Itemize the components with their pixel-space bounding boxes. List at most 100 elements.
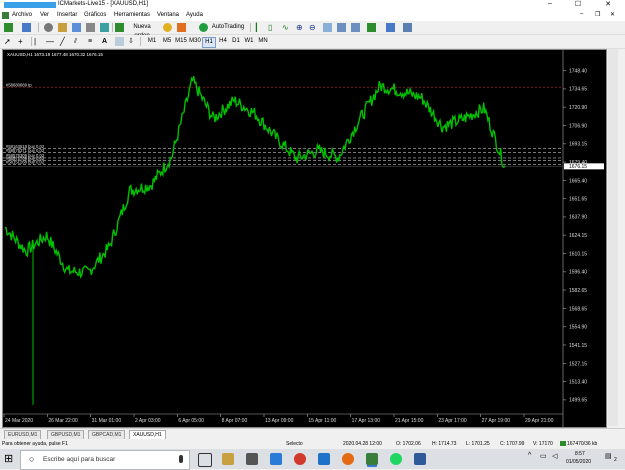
- cortana-icon[interactable]: [198, 453, 212, 467]
- new-chart-icon[interactable]: [4, 23, 13, 32]
- trendline-icon[interactable]: ╱: [60, 37, 69, 46]
- experts-icon[interactable]: [177, 23, 186, 32]
- tray-chevron-icon[interactable]: ^: [528, 452, 531, 459]
- edge-icon[interactable]: [318, 453, 330, 465]
- timeframe-w1[interactable]: W1: [242, 37, 256, 46]
- timeframe-m30[interactable]: M30: [188, 37, 202, 46]
- mdi-restore-button[interactable]: ❐: [595, 11, 600, 18]
- strategy-tester-icon[interactable]: [100, 23, 109, 32]
- time-tick-label: 26 Mar 22:00: [48, 418, 78, 424]
- status-datetime: 2020.04.28 12:00: [343, 441, 382, 447]
- price-tick-label: 1541.15: [569, 343, 587, 349]
- windows-start-icon[interactable]: ⊞: [4, 453, 13, 465]
- metaeditor-icon[interactable]: [163, 23, 172, 32]
- status-profile: Selecto: [286, 441, 303, 447]
- time-tick-label: 24 Mar 2020: [5, 418, 33, 424]
- file-explorer-icon[interactable]: [222, 453, 234, 465]
- time-tick-label: 21 Apr 15:00: [395, 418, 424, 424]
- periods-icon[interactable]: [386, 23, 395, 32]
- timeframe-h4[interactable]: H4: [216, 37, 230, 46]
- menu-insertar[interactable]: Insertar: [57, 12, 77, 18]
- close-button[interactable]: ✕: [598, 0, 618, 8]
- taskbar-app-icon[interactable]: [414, 453, 426, 465]
- network-icon[interactable]: ▭: [540, 452, 547, 460]
- autoscroll-icon[interactable]: [351, 23, 360, 32]
- autotrading-button[interactable]: AutoTrading: [210, 23, 246, 32]
- status-low: L: 1701.25: [466, 441, 490, 447]
- arrows-icon[interactable]: ⇩: [128, 37, 137, 46]
- metatrader-taskbar-icon[interactable]: [366, 453, 378, 465]
- templates-icon[interactable]: [403, 23, 412, 32]
- price-tick-label: 1693.15: [569, 142, 587, 148]
- cursor-icon[interactable]: ➚: [4, 37, 13, 46]
- maximize-button[interactable]: ☐: [568, 0, 588, 8]
- menu-ver[interactable]: Ver: [40, 12, 49, 18]
- microphone-icon[interactable]: [179, 455, 183, 463]
- timeframe-m5[interactable]: M5: [160, 37, 174, 46]
- firefox-icon[interactable]: [342, 453, 354, 465]
- navigator-icon[interactable]: [72, 23, 81, 32]
- horizontal-line-icon[interactable]: —: [46, 37, 55, 46]
- profiles-icon[interactable]: [22, 23, 31, 32]
- price-chart[interactable]: 1748.401734.651720.901706.901693.151679.…: [3, 50, 606, 427]
- search-icon: ○: [29, 454, 35, 464]
- zoom-in-icon[interactable]: ⊕: [296, 23, 305, 32]
- time-tick-label: 17 Apr 13:00: [352, 418, 381, 424]
- order-label: #58575371 buy 0.02: [6, 148, 45, 153]
- right-scrollbar[interactable]: [608, 49, 618, 426]
- crosshair-icon[interactable]: +: [18, 37, 27, 46]
- mdi-close-button[interactable]: ✕: [610, 11, 615, 18]
- time-tick-label: 23 Apr 17:00: [438, 418, 467, 424]
- bar-chart-icon[interactable]: ┃: [254, 23, 263, 32]
- channel-icon[interactable]: ⫽: [74, 37, 83, 46]
- text-label-icon[interactable]: [115, 37, 124, 46]
- menu-graficos[interactable]: Gráficos: [84, 12, 106, 18]
- price-tick-label: 1596.40: [569, 270, 587, 276]
- notification-count: 2: [614, 457, 617, 463]
- data-window-icon[interactable]: [58, 23, 67, 32]
- timeframe-m15[interactable]: M15: [174, 37, 188, 46]
- fibonacci-icon[interactable]: ≡: [88, 37, 97, 46]
- candlestick-icon[interactable]: ▯: [268, 23, 277, 32]
- volume-icon[interactable]: ◁: [552, 452, 557, 460]
- minimize-button[interactable]: –: [540, 0, 560, 7]
- standard-toolbar: Nueva orden AutoTrading ┃ ▯ ∿ ⊕ ⊖: [0, 21, 625, 39]
- zoom-out-icon[interactable]: ⊖: [309, 23, 318, 32]
- vertical-line-icon[interactable]: |: [34, 37, 43, 46]
- timeframe-h1[interactable]: H1: [202, 37, 216, 48]
- mdi-minimize-button[interactable]: –: [580, 11, 583, 17]
- opera-icon[interactable]: [294, 453, 306, 465]
- mail-icon[interactable]: [270, 453, 282, 465]
- menu-ventana[interactable]: Ventana: [157, 12, 179, 18]
- taskbar-search-box[interactable]: ○ Escribe aquí para buscar: [20, 450, 190, 470]
- line-chart-icon[interactable]: ∿: [282, 23, 291, 32]
- new-order-button[interactable]: Nueva orden: [125, 23, 159, 39]
- notifications-icon[interactable]: ▤: [605, 452, 612, 460]
- autotrading-icon[interactable]: [199, 23, 208, 32]
- spotify-icon[interactable]: [390, 453, 402, 465]
- terminal-icon[interactable]: [86, 23, 95, 32]
- menu-ayuda[interactable]: Ayuda: [186, 12, 203, 18]
- new-order-icon[interactable]: [115, 23, 124, 32]
- chart-window[interactable]: 1748.40 1734.65 1720.90 1706.90 1693.15 1679.…: [2, 49, 607, 428]
- search-placeholder: Escribe aquí para buscar: [43, 456, 116, 463]
- menu-herramientas[interactable]: Herramientas: [114, 12, 150, 18]
- menu-archivo[interactable]: Archivo: [12, 12, 32, 18]
- timeframe-d1[interactable]: D1: [229, 37, 243, 46]
- order-label: #58151268 buy 0.02: [6, 160, 45, 165]
- store-icon[interactable]: [246, 453, 258, 465]
- chart-shift-icon[interactable]: [337, 23, 346, 32]
- timeframe-mn[interactable]: MN: [256, 37, 270, 46]
- time-tick-label: 29 Apr 21:00: [525, 418, 554, 424]
- indicators-icon[interactable]: [367, 23, 376, 32]
- status-bar: Para obtener ayuda, pulse F1 Selecto 202…: [0, 439, 625, 448]
- clock-date[interactable]: 01/05/2020: [566, 459, 591, 465]
- text-icon[interactable]: A: [102, 37, 111, 46]
- market-watch-icon[interactable]: [44, 23, 53, 32]
- tile-windows-icon[interactable]: [323, 23, 332, 32]
- chart-window-icon[interactable]: [2, 12, 9, 19]
- time-tick-label: 8 Apr 07:00: [222, 418, 248, 424]
- timeframe-m1[interactable]: M1: [145, 37, 159, 46]
- take-profit-label: #58680689 tp: [6, 82, 32, 87]
- clock-time[interactable]: 8:57: [575, 451, 585, 457]
